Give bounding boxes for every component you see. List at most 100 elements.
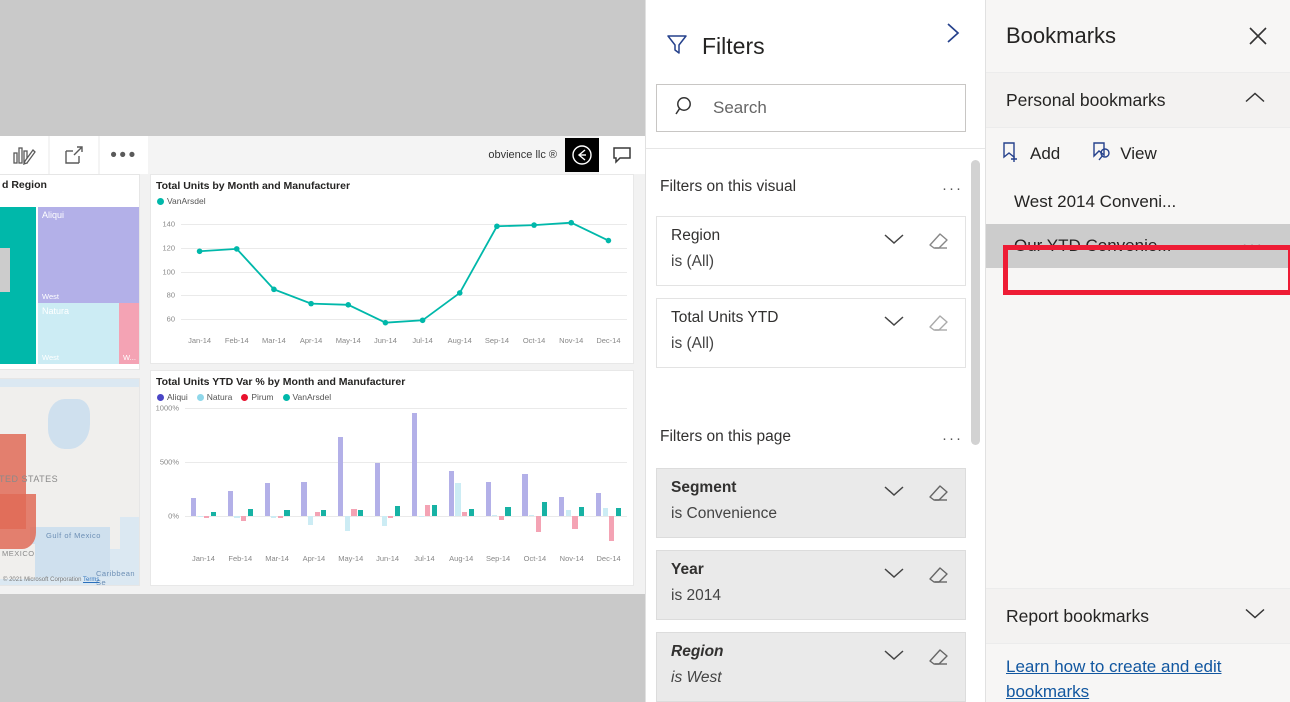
bar-pirum[interactable]	[461, 511, 468, 516]
chevron-down-icon[interactable]	[881, 313, 907, 334]
bar-aliqui[interactable]	[375, 462, 381, 516]
bookmark-item-our-ytd[interactable]: Our YTD Convenie... ···	[986, 224, 1290, 268]
learn-bookmarks-link[interactable]: Learn how to create and edit bookmarks	[1006, 655, 1271, 702]
close-icon[interactable]	[1242, 20, 1274, 52]
eraser-icon[interactable]	[927, 229, 951, 256]
eraser-icon[interactable]	[927, 481, 951, 508]
bar-natura[interactable]	[197, 515, 203, 517]
focus-mode-icon[interactable]	[50, 136, 98, 174]
bar-aliqui[interactable]	[190, 497, 197, 516]
add-bookmark-button[interactable]: Add	[1000, 140, 1060, 169]
chevron-down-icon[interactable]	[881, 231, 907, 252]
bar-vanarsdel[interactable]	[431, 504, 437, 516]
bar-aliqui[interactable]	[301, 481, 307, 516]
filter-card-year[interactable]: Year is 2014	[656, 550, 966, 620]
bar-pirum[interactable]	[535, 515, 541, 533]
bar-pirum[interactable]	[351, 508, 357, 516]
legend-item-natura[interactable]: Natura	[196, 392, 232, 402]
legend-item-aliqui[interactable]: Aliqui	[157, 392, 188, 402]
filter-card-region-visual[interactable]: Region is (All)	[656, 216, 966, 286]
bar-pirum[interactable]	[314, 511, 320, 516]
chevron-down-icon[interactable]	[881, 483, 907, 504]
personal-bookmarks-section-header[interactable]: Personal bookmarks	[986, 72, 1290, 128]
chevron-right-icon[interactable]	[937, 18, 967, 48]
legend-item-vanarsdel[interactable]: VanArsdel	[157, 196, 206, 206]
bar-vanarsdel[interactable]	[247, 509, 253, 516]
visual-more-options-button[interactable]: •••	[100, 136, 148, 174]
bar-chart-visual[interactable]: Total Units YTD Var % by Month and Manuf…	[150, 370, 634, 586]
bar-pirum[interactable]	[388, 515, 394, 518]
bar-pirum[interactable]	[204, 515, 210, 519]
map-visual[interactable]: ITED STATES MEXICO Gulf of Mexico Caribb…	[0, 378, 140, 586]
map-terms-link[interactable]: Terms	[83, 577, 99, 583]
bar-natura[interactable]	[492, 515, 498, 517]
chevron-down-icon[interactable]	[1242, 606, 1268, 627]
bar-pirum[interactable]	[609, 515, 615, 541]
bar-natura[interactable]	[344, 515, 351, 531]
bar-vanarsdel[interactable]	[468, 508, 474, 516]
bar-natura[interactable]	[381, 515, 387, 526]
brand-label: obvience llc ®	[488, 149, 557, 161]
bar-vanarsdel[interactable]	[358, 509, 364, 516]
edit-visual-icon[interactable]	[0, 136, 48, 174]
view-bookmarks-button[interactable]: View	[1090, 140, 1157, 169]
bar-aliqui[interactable]	[338, 437, 344, 516]
filters-on-page-label: Filters on this page	[660, 428, 791, 445]
bar-aliqui[interactable]	[264, 483, 270, 516]
eraser-icon[interactable]	[927, 645, 951, 672]
chevron-up-icon[interactable]	[1242, 90, 1268, 111]
filter-card-region-page[interactable]: Region is West	[656, 632, 966, 702]
bar-natura[interactable]	[455, 483, 461, 516]
bar-vanarsdel[interactable]	[615, 508, 622, 516]
bar-pirum[interactable]	[240, 515, 247, 522]
line-chart-visual[interactable]: Total Units by Month and Manufacturer Va…	[150, 174, 634, 364]
bar-aliqui[interactable]	[448, 471, 454, 516]
search-input[interactable]: Search	[656, 84, 966, 132]
bar-pirum[interactable]	[425, 504, 431, 516]
bar-natura[interactable]	[308, 515, 314, 525]
filters-pane-scrollbar[interactable]	[971, 160, 980, 445]
legend-item-vanarsdel[interactable]: VanArsdel	[282, 392, 331, 402]
chevron-down-icon[interactable]	[881, 647, 907, 668]
bar-aliqui[interactable]	[596, 492, 602, 516]
eraser-icon[interactable]	[927, 311, 951, 338]
legend-item-pirum[interactable]: Pirum	[241, 392, 274, 402]
bar-vanarsdel[interactable]	[284, 510, 290, 516]
rotate-arrow-icon[interactable]	[565, 138, 599, 172]
report-bookmarks-section-header[interactable]: Report bookmarks	[986, 588, 1290, 644]
bar-vanarsdel[interactable]	[394, 506, 401, 516]
eraser-icon[interactable]	[927, 563, 951, 590]
treemap-cell-natura[interactable]: Natura West	[38, 303, 119, 364]
bar-natura[interactable]	[418, 515, 424, 518]
bar-pirum[interactable]	[572, 515, 578, 529]
bar-natura[interactable]	[234, 515, 240, 518]
bar-natura[interactable]	[565, 510, 572, 516]
bar-vanarsdel[interactable]	[321, 510, 327, 516]
bookmark-item-more-options[interactable]: ···	[1242, 237, 1264, 255]
chevron-down-icon[interactable]	[881, 565, 907, 586]
bar-vanarsdel[interactable]	[579, 507, 585, 516]
bar-natura[interactable]	[529, 515, 535, 517]
bar-pirum[interactable]	[498, 515, 504, 520]
filter-card-total-units-ytd[interactable]: Total Units YTD is (All)	[656, 298, 966, 368]
bar-aliqui[interactable]	[522, 473, 528, 516]
bar-natura[interactable]	[602, 507, 608, 516]
bookmark-item-west-2014[interactable]: West 2014 Conveni...	[986, 180, 1290, 224]
bar-aliqui[interactable]	[485, 482, 491, 516]
filters-on-page-menu[interactable]: ···	[942, 430, 963, 447]
filter-card-segment[interactable]: Segment is Convenience	[656, 468, 966, 538]
bar-vanarsdel[interactable]	[505, 507, 511, 516]
treemap-cell-pirum[interactable]: W...	[119, 303, 139, 364]
bar-natura[interactable]	[271, 515, 277, 518]
bar-aliqui[interactable]	[559, 496, 565, 516]
treemap-visual[interactable]: d Region Aliqui West Natura West W...	[0, 174, 140, 370]
treemap-cell-aliqui[interactable]: Aliqui West	[38, 207, 139, 303]
bar-pirum[interactable]	[277, 515, 283, 519]
bar-vanarsdel[interactable]	[210, 512, 216, 516]
bar-aliqui[interactable]	[227, 490, 233, 516]
filters-on-visual-menu[interactable]: ···	[942, 180, 963, 197]
bar-aliqui[interactable]	[411, 412, 418, 516]
comment-icon[interactable]	[599, 136, 645, 174]
bar-vanarsdel[interactable]	[542, 501, 548, 516]
map-highlight-texas[interactable]	[0, 494, 36, 549]
